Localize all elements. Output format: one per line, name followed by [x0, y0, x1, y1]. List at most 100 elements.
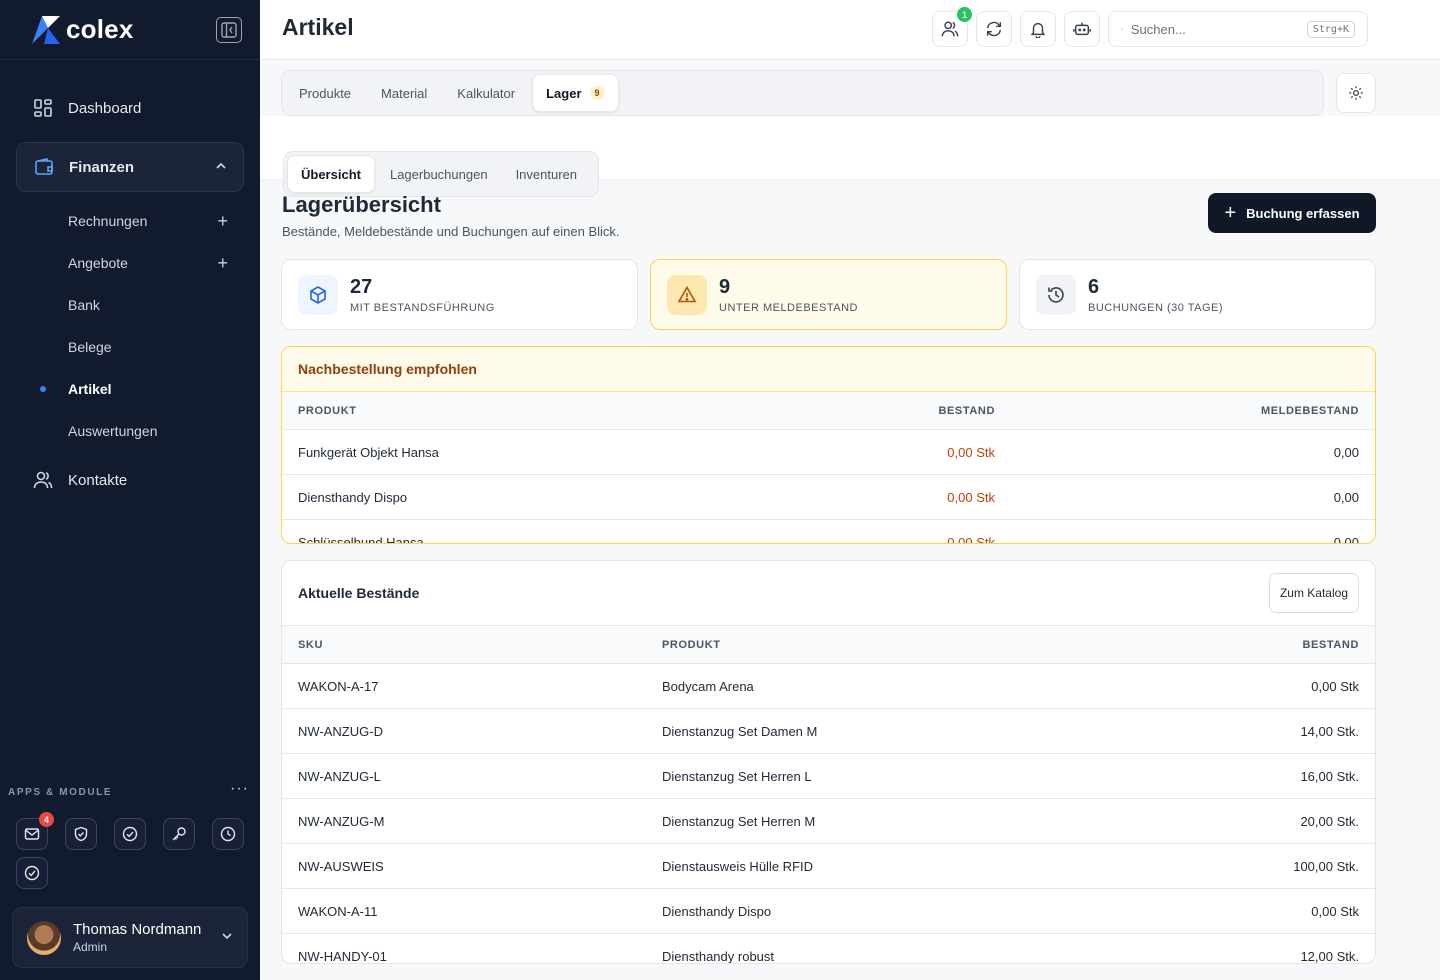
user-role: Admin [73, 940, 108, 954]
subtab-inventuren[interactable]: Inventuren [503, 155, 590, 193]
tab-label: Lager [546, 85, 582, 101]
cell-stock: 12,00 Stk. [1300, 948, 1359, 964]
gear-icon [1349, 86, 1363, 100]
section-subtitle: Bestände, Meldebestände und Buchungen au… [282, 224, 620, 239]
colex-logo-icon [30, 14, 62, 46]
article-tabs: Produkte Material Kalkulator Lager 9 [281, 70, 1324, 116]
collapse-sidebar-button[interactable] [216, 16, 242, 43]
sidebar-subitem-angebote[interactable]: Angebote + [0, 242, 260, 284]
table-row[interactable]: WAKON-A-17 Bodycam Arena 0,00 Stk [282, 664, 1375, 709]
search-shortcut: Strg+K [1306, 20, 1355, 38]
app-keys-button[interactable] [163, 818, 195, 850]
cell-min-stock: 0,00 [1333, 534, 1359, 544]
online-users-button[interactable]: 1 [932, 7, 972, 47]
sidebar-item-label: Kontakte [68, 471, 128, 489]
sidebar-subitem-rechnungen[interactable]: Rechnungen + [0, 200, 260, 242]
cell-min-stock: 0,00 [1333, 444, 1359, 460]
tab-material[interactable]: Material [368, 74, 440, 112]
assistant-button[interactable] [1064, 11, 1100, 47]
brand-name: colex [66, 14, 134, 44]
cell-product: Diensthandy Dispo [298, 489, 408, 505]
search-box[interactable]: Strg+K [1108, 11, 1368, 47]
cell-product: Dienstanzug Set Herren L [662, 768, 812, 784]
sidebar-item-label: Dashboard [68, 99, 142, 117]
table-row[interactable]: NW-ANZUG-D Dienstanzug Set Damen M 14,00… [282, 709, 1375, 754]
cell-sku: NW-ANZUG-D [298, 723, 383, 739]
apps-section-title: APPS & MODULE [8, 787, 113, 798]
subtab-lagerbuchungen[interactable]: Lagerbuchungen [377, 155, 501, 193]
search-input[interactable] [1130, 21, 1307, 37]
table-row[interactable]: NW-ANZUG-L Dienstanzug Set Herren L 16,0… [282, 754, 1375, 799]
add-rechnung-plus-icon[interactable]: + [217, 211, 228, 232]
app-shield-button[interactable] [65, 818, 97, 850]
app-approve-button[interactable] [16, 857, 48, 889]
cell-stock: 14,00 Stk. [1300, 723, 1359, 739]
search-icon [1121, 28, 1123, 30]
table-row[interactable]: NW-HANDY-01 Diensthandy robust 12,00 Stk… [282, 934, 1375, 964]
sidebar-subitem-belege[interactable]: Belege [0, 326, 260, 368]
zum-katalog-button[interactable]: Zum Katalog [1268, 573, 1359, 613]
stat-label: MIT BESTANDSFÜHRUNG [350, 301, 495, 314]
app-tasks-button[interactable] [114, 818, 146, 850]
sidebar-item-kontakte[interactable]: Kontakte [0, 458, 260, 502]
table-row[interactable]: Schlüsselbund Hansa 0,00 Stk 0,00 [282, 520, 1375, 544]
sidebar-subitem-auswertungen[interactable]: Auswertungen [0, 410, 260, 452]
sidebar-subitem-artikel[interactable]: Artikel [0, 368, 260, 410]
plus-icon: + [1224, 201, 1237, 224]
user-menu[interactable]: Thomas Nordmann Admin [12, 907, 248, 968]
tab-lager[interactable]: Lager 9 [532, 74, 619, 112]
cell-min-stock: 0,00 [1333, 489, 1359, 505]
subtab-label: Inventuren [515, 166, 577, 182]
sidebar-subitem-label: Auswertungen [68, 423, 158, 439]
users-icon [941, 21, 959, 37]
sidebar-item-finanzen[interactable]: Finanzen [16, 142, 244, 192]
subtab-uebersicht[interactable]: Übersicht [287, 155, 375, 193]
table-row[interactable]: Funkgerät Objekt Hansa 0,00 Stk 0,00 [282, 430, 1375, 475]
bell-icon [1030, 22, 1046, 38]
cell-stock: 0,00 Stk [947, 444, 995, 460]
buchung-erfassen-button[interactable]: + Buchung erfassen [1208, 193, 1376, 233]
wallet-icon [33, 156, 55, 178]
sidebar-subitem-label: Bank [68, 297, 100, 313]
column-header: MELDEBESTAND [1260, 404, 1359, 417]
add-angebot-plus-icon[interactable]: + [217, 253, 228, 274]
users-icon [32, 469, 54, 491]
cell-stock: 0,00 Stk [947, 534, 995, 544]
check-badge-icon [24, 865, 40, 881]
cell-sku: NW-HANDY-01 [298, 948, 387, 964]
cell-product: Bodycam Arena [662, 678, 754, 694]
refresh-button[interactable] [976, 11, 1012, 47]
cell-product: Schlüsselbund Hansa [298, 534, 424, 544]
lager-subtabs: Übersicht Lagerbuchungen Inventuren [283, 151, 599, 197]
reorder-table-header: PRODUKT BESTAND MELDEBESTAND [282, 392, 1375, 430]
grid-icon [32, 97, 54, 119]
table-row[interactable]: NW-ANZUG-M Dienstanzug Set Herren M 20,0… [282, 799, 1375, 844]
app-mail-button[interactable]: 4 [16, 812, 54, 850]
table-row[interactable]: NW-AUSWEIS Dienstausweis Hülle RFID 100,… [282, 844, 1375, 889]
current-stock-card: Aktuelle Bestände Zum Katalog SKU PRODUK… [281, 560, 1376, 964]
settings-button[interactable] [1336, 73, 1376, 113]
table-row[interactable]: WAKON-A-11 Diensthandy Dispo 0,00 Stk [282, 889, 1375, 934]
notifications-button[interactable] [1020, 11, 1056, 47]
table-row[interactable]: Diensthandy Dispo 0,00 Stk 0,00 [282, 475, 1375, 520]
cell-stock: 0,00 Stk [947, 489, 995, 505]
tab-kalkulator[interactable]: Kalkulator [444, 74, 528, 112]
tab-label: Kalkulator [457, 85, 516, 101]
reorder-card: Nachbestellung empfohlen PRODUKT BESTAND… [281, 346, 1376, 544]
brand: colex [0, 0, 260, 60]
column-header: BESTAND [1302, 638, 1359, 651]
apps-more-button[interactable]: ··· [230, 780, 249, 798]
app-time-button[interactable] [212, 818, 244, 850]
cell-stock: 0,00 Stk [1311, 903, 1359, 919]
tab-lager-badge: 9 [589, 86, 605, 100]
sidebar-subitem-bank[interactable]: Bank [0, 284, 260, 326]
tab-produkte[interactable]: Produkte [286, 74, 364, 112]
cell-stock: 20,00 Stk. [1300, 813, 1359, 829]
subtab-label: Übersicht [301, 166, 361, 182]
sidebar-item-label: Finanzen [69, 158, 135, 176]
sidebar-item-dashboard[interactable]: Dashboard [0, 86, 260, 130]
column-header: SKU [298, 638, 324, 651]
subtab-label: Lagerbuchungen [389, 166, 488, 182]
sidebar-subitem-label: Artikel [68, 381, 112, 397]
chevron-up-icon [215, 160, 227, 175]
